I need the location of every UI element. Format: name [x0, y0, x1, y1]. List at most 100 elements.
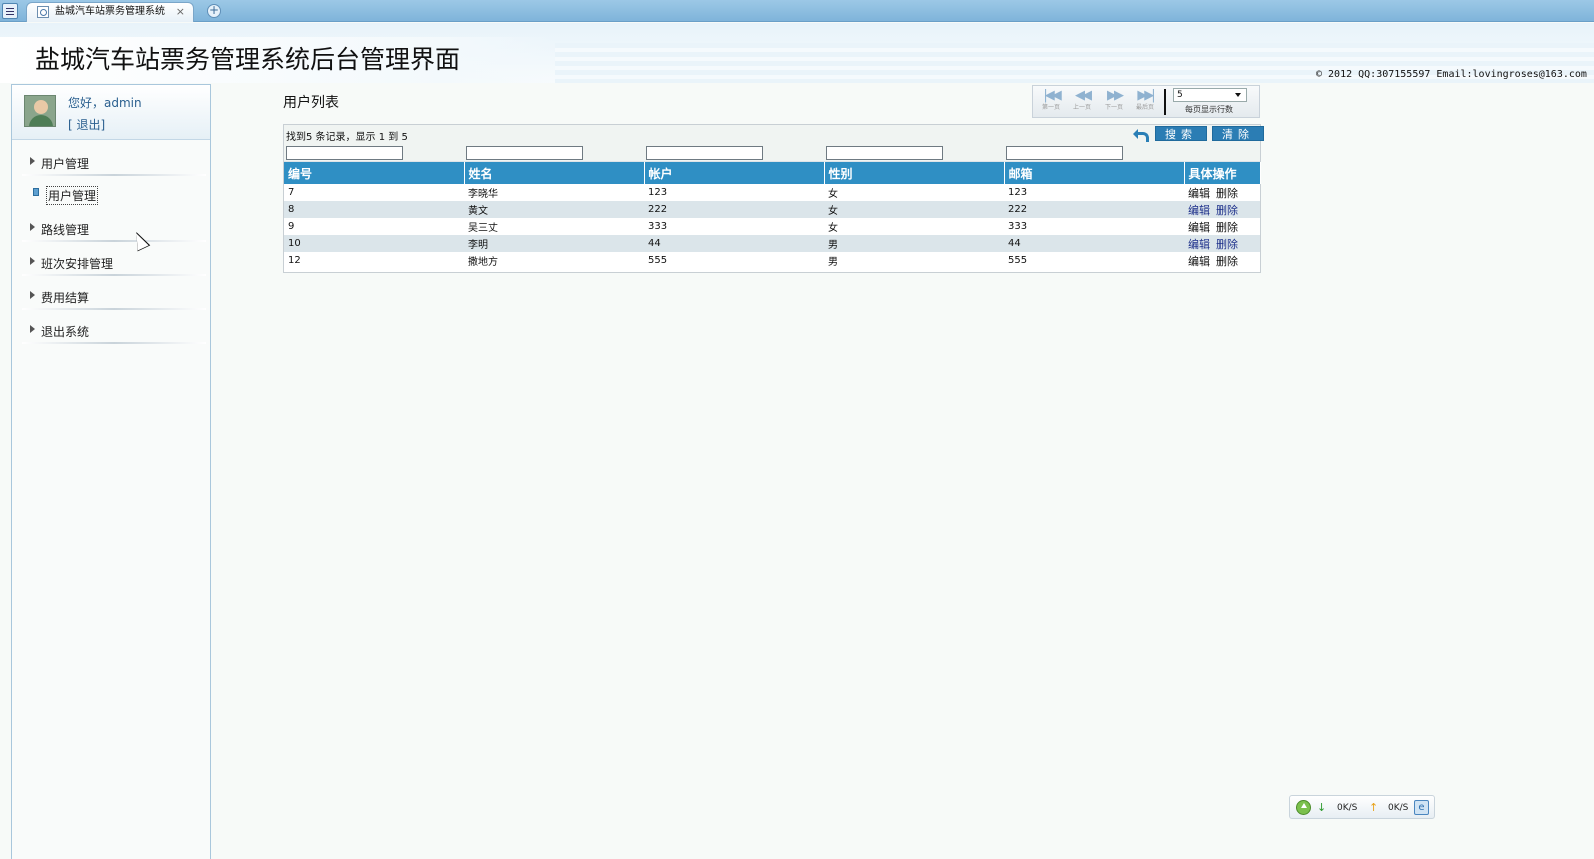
first-page-icon: |◀◀ — [1043, 88, 1061, 103]
filter-gender-input[interactable] — [826, 146, 943, 160]
cell-gender: 女 — [828, 189, 838, 200]
page-size-label: 每页显示行数 — [1185, 105, 1233, 114]
last-page-icon: ▶▶| — [1137, 88, 1155, 103]
sidebar-item-label: 用户管理 — [41, 157, 90, 171]
edit-link[interactable]: 编辑 — [1188, 255, 1210, 268]
column-header[interactable]: 姓名 — [464, 162, 645, 184]
filter-email-input[interactable] — [1006, 146, 1123, 160]
sidebar-item-exit-system[interactable]: 退出系统 — [12, 312, 210, 346]
page-icon — [33, 188, 39, 196]
column-header[interactable]: 邮箱 — [1004, 162, 1185, 184]
user-grid: 找到5 条记录，显示 1 到 5 搜索 清除 编号 姓名 帐户 性别 邮箱 具体… — [283, 124, 1264, 273]
cell-email: 123 — [1008, 187, 1028, 198]
cell-name: 撒地方 — [468, 257, 498, 268]
next-page-button[interactable]: ▶▶ 下一页 — [1100, 89, 1128, 115]
delete-link[interactable]: 删除 — [1216, 255, 1238, 268]
column-header[interactable]: 帐户 — [644, 162, 825, 184]
caret-right-icon — [30, 325, 35, 333]
delete-link[interactable]: 删除 — [1216, 204, 1238, 217]
avatar — [24, 95, 56, 127]
prev-page-icon: ◀◀ — [1075, 88, 1092, 103]
filter-account-input[interactable] — [646, 146, 763, 160]
tab-close-icon[interactable]: × — [176, 3, 185, 21]
sidebar-item-fee-settlement[interactable]: 费用结算 — [12, 278, 210, 312]
sidebar-item-route-management[interactable]: 路线管理 — [12, 210, 210, 244]
filter-id-input[interactable] — [286, 146, 403, 160]
browser-tab[interactable]: 盐城汽车站票务管理系统 × — [26, 2, 194, 22]
cell-gender: 女 — [824, 201, 1004, 218]
logout-link[interactable]: [ 退出] — [68, 116, 105, 133]
pager-toolbar: |◀◀ 第一页 ◀◀ 上一页 ▶▶ 下一页 ▶▶| 最后页 5 每页显示行数 — [1032, 85, 1260, 118]
cell-account: 123 — [648, 187, 668, 198]
cell-actions: 编辑 删除 — [1184, 218, 1260, 235]
grid-toolbar: 找到5 条记录，显示 1 到 5 搜索 清除 — [284, 125, 1264, 162]
greeting-text: 您好，admin — [68, 96, 142, 110]
delete-link[interactable]: 删除 — [1216, 238, 1238, 251]
browser-logo-icon[interactable]: e — [1414, 800, 1429, 815]
sidebar-subitem-user-management[interactable]: 用户管理 — [12, 178, 210, 210]
cell-name: 李明 — [464, 235, 644, 252]
cell-account: 333 — [648, 221, 668, 232]
cell-email: 222 — [1004, 201, 1184, 218]
page-title: 用户列表 — [283, 95, 339, 111]
cell-gender: 男 — [824, 235, 1004, 252]
browser-tab-title: 盐城汽车站票务管理系统 — [55, 6, 165, 17]
record-count-text: 找到5 条记录，显示 1 到 5 — [286, 132, 408, 143]
table-row: 10 李明 44 男 44 编辑 删除 — [284, 235, 1260, 252]
edit-link[interactable]: 编辑 — [1188, 221, 1210, 234]
next-page-icon: ▶▶ — [1107, 88, 1124, 103]
column-header: 具体操作 — [1184, 162, 1261, 184]
sidebar-subitem-label: 用户管理 — [46, 186, 99, 205]
refresh-icon[interactable] — [1133, 128, 1149, 142]
delete-link[interactable]: 删除 — [1216, 187, 1238, 200]
sidebar-item-label: 费用结算 — [41, 291, 90, 305]
last-page-button[interactable]: ▶▶| 最后页 — [1131, 89, 1159, 115]
table-header-row: 编号 姓名 帐户 性别 邮箱 具体操作 — [284, 162, 1261, 184]
cell-actions: 编辑 删除 — [1184, 235, 1260, 252]
clear-button[interactable]: 清除 — [1212, 126, 1264, 141]
edit-link[interactable]: 编辑 — [1188, 204, 1210, 217]
browser-menu-icon[interactable] — [2, 3, 18, 19]
sidebar-item-label: 班次安排管理 — [41, 257, 114, 271]
page-header: 盐城汽车站票务管理系统后台管理界面 © 2012 QQ:307155597 Em… — [0, 23, 1594, 83]
sidebar-item-label: 路线管理 — [41, 223, 90, 237]
cell-gender: 男 — [828, 257, 838, 268]
cell-name: 李晓华 — [468, 189, 498, 200]
edit-link[interactable]: 编辑 — [1188, 238, 1210, 251]
search-button[interactable]: 搜索 — [1155, 126, 1207, 141]
table-row: 12 撒地方 555 男 555 编辑 删除 — [284, 252, 1260, 269]
first-page-button[interactable]: |◀◀ 第一页 — [1037, 89, 1065, 115]
filter-name-input[interactable] — [466, 146, 583, 160]
edit-link[interactable]: 编辑 — [1188, 187, 1210, 200]
cell-account: 555 — [648, 255, 668, 266]
cell-account: 222 — [644, 201, 824, 218]
column-header[interactable]: 编号 — [284, 162, 465, 184]
page-icon — [37, 6, 49, 18]
sidebar-item-user-management[interactable]: 用户管理 — [12, 144, 210, 178]
download-speed: 0K/S — [1337, 803, 1358, 813]
cell-actions: 编辑 删除 — [1184, 184, 1260, 201]
site-title: 盐城汽车站票务管理系统后台管理界面 — [35, 45, 461, 74]
accelerator-icon — [1296, 800, 1311, 815]
column-header[interactable]: 性别 — [824, 162, 1005, 184]
cell-id: 12 — [288, 255, 301, 266]
cell-account: 44 — [644, 235, 824, 252]
cell-name: 黄文 — [464, 201, 644, 218]
user-table: 编号 姓名 帐户 性别 邮箱 具体操作 7 李晓华 123 女 123 编辑 删除… — [284, 162, 1261, 269]
cell-id: 7 — [288, 187, 295, 198]
caret-right-icon — [30, 157, 35, 165]
sidebar-item-schedule-management[interactable]: 班次安排管理 — [12, 244, 210, 278]
copyright-text: © 2012 QQ:307155597 Email:lovingroses@16… — [1316, 69, 1587, 80]
table-row: 7 李晓华 123 女 123 编辑 删除 — [284, 184, 1260, 201]
speed-widget[interactable]: ↓ 0K/S ↑ 0K/S e — [1289, 795, 1435, 819]
cell-actions: 编辑 删除 — [1184, 201, 1260, 218]
new-tab-icon[interactable]: + — [207, 4, 221, 18]
browser-tab-bar: 盐城汽车站票务管理系统 × + — [0, 0, 1594, 22]
page-size-select[interactable]: 5 — [1173, 88, 1247, 102]
cell-id: 9 — [288, 221, 295, 232]
cell-email: 555 — [1008, 255, 1028, 266]
cell-id: 8 — [284, 201, 464, 218]
delete-link[interactable]: 删除 — [1216, 221, 1238, 234]
prev-page-button[interactable]: ◀◀ 上一页 — [1068, 89, 1096, 115]
table-row: 9 吴三丈 333 女 333 编辑 删除 — [284, 218, 1260, 235]
